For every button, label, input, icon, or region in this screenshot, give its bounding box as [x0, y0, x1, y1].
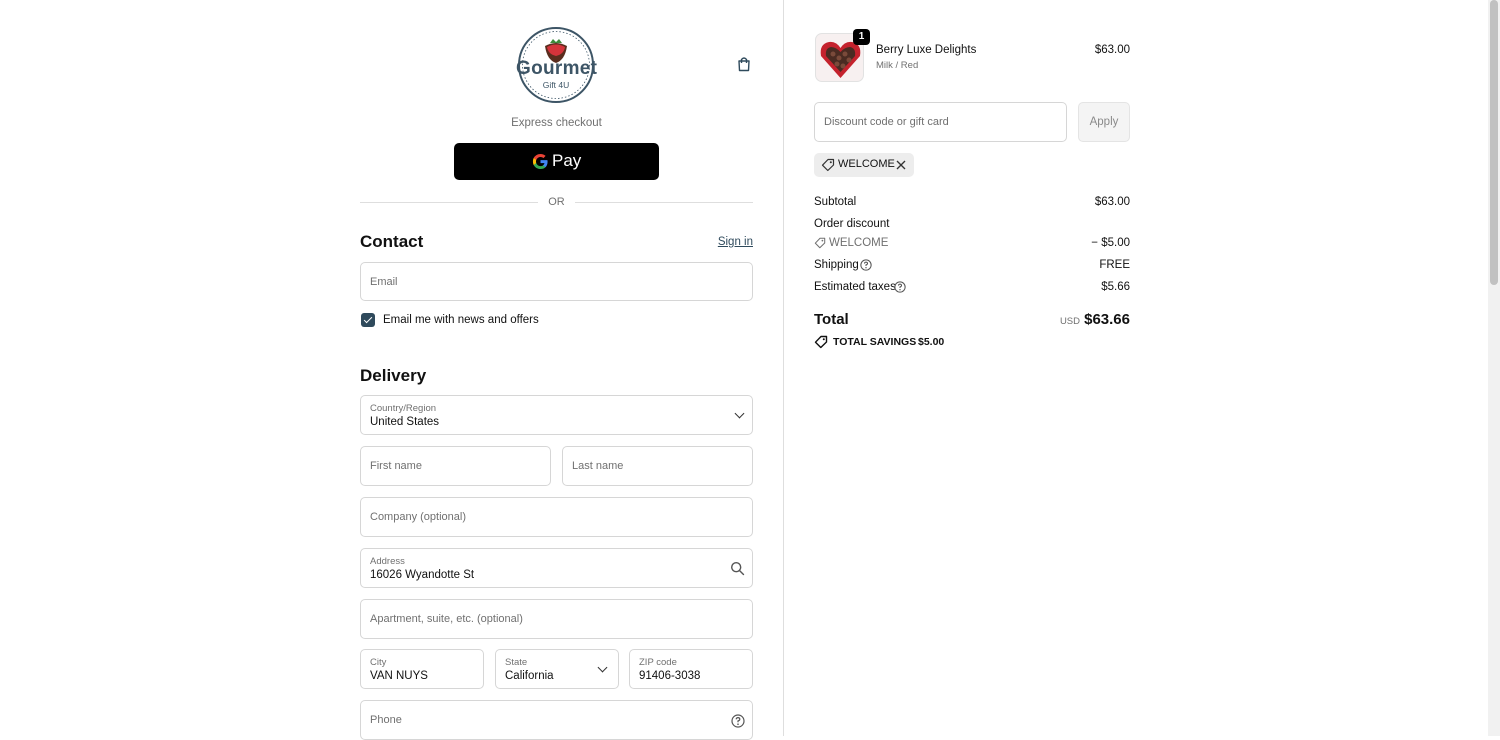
newsletter-checkbox[interactable]	[361, 313, 375, 327]
product-price: $63.00	[1094, 44, 1130, 56]
total-label: Total	[814, 311, 849, 328]
tag-icon	[814, 335, 828, 349]
product-name: Berry Luxe Delights	[876, 44, 977, 56]
contact-heading: Contact	[360, 232, 424, 251]
close-icon[interactable]	[896, 160, 906, 170]
express-checkout-label: Express checkout	[511, 117, 602, 129]
total-value: $63.66	[1084, 311, 1130, 328]
country-label: Country/Region	[370, 403, 437, 414]
address-field[interactable]: Address 16026 Wyandotte St	[360, 548, 753, 588]
google-pay-button[interactable]: Pay	[454, 143, 659, 180]
google-pay-label: Pay	[552, 151, 582, 170]
tag-icon	[814, 237, 826, 249]
quantity-badge: 1	[853, 29, 870, 45]
order-summary-panel: 1 Berry Luxe Delights Milk / Red $63.00 …	[783, 0, 1488, 736]
tag-icon	[821, 158, 835, 172]
store-logo[interactable]: Gourmet Gift 4U	[516, 26, 598, 104]
newsletter-label: Email me with news and offers	[383, 314, 539, 326]
discount-code-placeholder: Discount code or gift card	[824, 116, 949, 128]
chevron-down-icon	[597, 662, 608, 673]
divider-left	[360, 202, 538, 203]
country-value: United States	[370, 416, 440, 428]
email-placeholder: Email	[370, 275, 398, 288]
zip-field[interactable]: ZIP code 91406-3038	[629, 649, 753, 689]
state-label: State	[505, 657, 528, 668]
state-value: California	[505, 670, 554, 682]
city-field[interactable]: City VAN NUYS	[360, 649, 484, 689]
delivery-heading: Delivery	[360, 366, 427, 385]
order-discount-label: Order discount	[814, 218, 890, 230]
cart-icon[interactable]	[735, 55, 753, 73]
discount-value: − $5.00	[1091, 237, 1130, 249]
taxes-label: Estimated taxes	[814, 281, 896, 293]
last-name-placeholder: Last name	[572, 460, 624, 472]
divider-right	[575, 202, 753, 203]
sign-in-link[interactable]: Sign in	[700, 236, 753, 248]
apartment-field[interactable]: Apartment, suite, etc. (optional)	[360, 599, 753, 639]
apply-button[interactable]: Apply	[1078, 102, 1130, 142]
logo-wordmark: Gourmet	[516, 58, 598, 79]
subtotal-label: Subtotal	[814, 196, 857, 208]
state-select[interactable]: State California	[495, 649, 619, 689]
applied-discount-chip: WELCOME	[814, 153, 914, 177]
first-name-placeholder: First name	[370, 460, 422, 472]
chevron-down-icon	[734, 408, 745, 419]
city-label: City	[370, 657, 387, 668]
google-g-icon	[532, 153, 548, 170]
zip-value: 91406-3038	[639, 670, 701, 682]
discount-code-field[interactable]: Discount code or gift card	[814, 102, 1067, 142]
scrollbar-thumb[interactable]	[1490, 0, 1498, 285]
shipping-value: FREE	[1099, 259, 1130, 271]
search-icon[interactable]	[730, 561, 745, 576]
email-field[interactable]: Email	[360, 262, 753, 301]
city-value: VAN NUYS	[370, 670, 428, 682]
taxes-value: $5.66	[1101, 281, 1130, 293]
or-divider-label: OR	[548, 196, 565, 208]
checkmark-icon	[363, 314, 372, 324]
help-circle-icon[interactable]	[731, 714, 745, 728]
product-variant: Milk / Red	[876, 60, 919, 71]
total-savings-label: TOTAL SAVINGS	[833, 336, 917, 348]
last-name-field[interactable]: Last name	[562, 446, 753, 486]
total-savings-value: $5.00	[918, 336, 945, 348]
discount-code-applied: WELCOME	[829, 237, 889, 249]
logo-tagline: Gift 4U	[542, 80, 570, 90]
company-field[interactable]: Company (optional)	[360, 497, 753, 537]
shipping-label: Shipping	[814, 259, 859, 271]
help-circle-icon[interactable]	[860, 259, 872, 271]
apartment-placeholder: Apartment, suite, etc. (optional)	[370, 613, 523, 625]
page-scrollbar[interactable]	[1488, 0, 1500, 736]
zip-label: ZIP code	[639, 657, 677, 668]
country-select[interactable]: Country/Region United States	[360, 395, 753, 435]
applied-code-label: WELCOME	[838, 158, 895, 170]
first-name-field[interactable]: First name	[360, 446, 551, 486]
phone-field[interactable]: Phone	[360, 700, 753, 740]
phone-placeholder: Phone	[370, 714, 402, 726]
address-value: 16026 Wyandotte St	[370, 569, 475, 581]
subtotal-value: $63.00	[1094, 196, 1130, 208]
address-label: Address	[370, 556, 405, 567]
company-placeholder: Company (optional)	[370, 511, 466, 523]
help-circle-icon[interactable]	[894, 281, 906, 293]
